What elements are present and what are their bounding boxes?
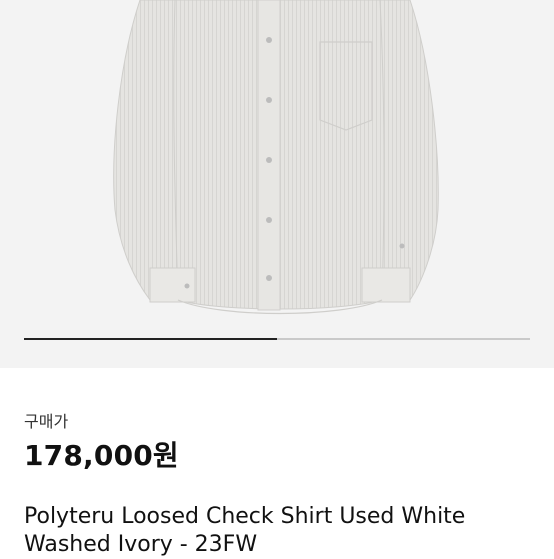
price-label: 구매가: [24, 412, 69, 431]
price: 178,000원: [24, 439, 179, 472]
carousel-active-segment: [24, 338, 277, 340]
product-image[interactable]: [0, 0, 554, 368]
shirt-illustration: [113, 0, 439, 315]
product-title: Polyteru Loosed Check Shirt Used White W…: [24, 504, 466, 557]
image-carousel-indicator[interactable]: [24, 338, 530, 340]
